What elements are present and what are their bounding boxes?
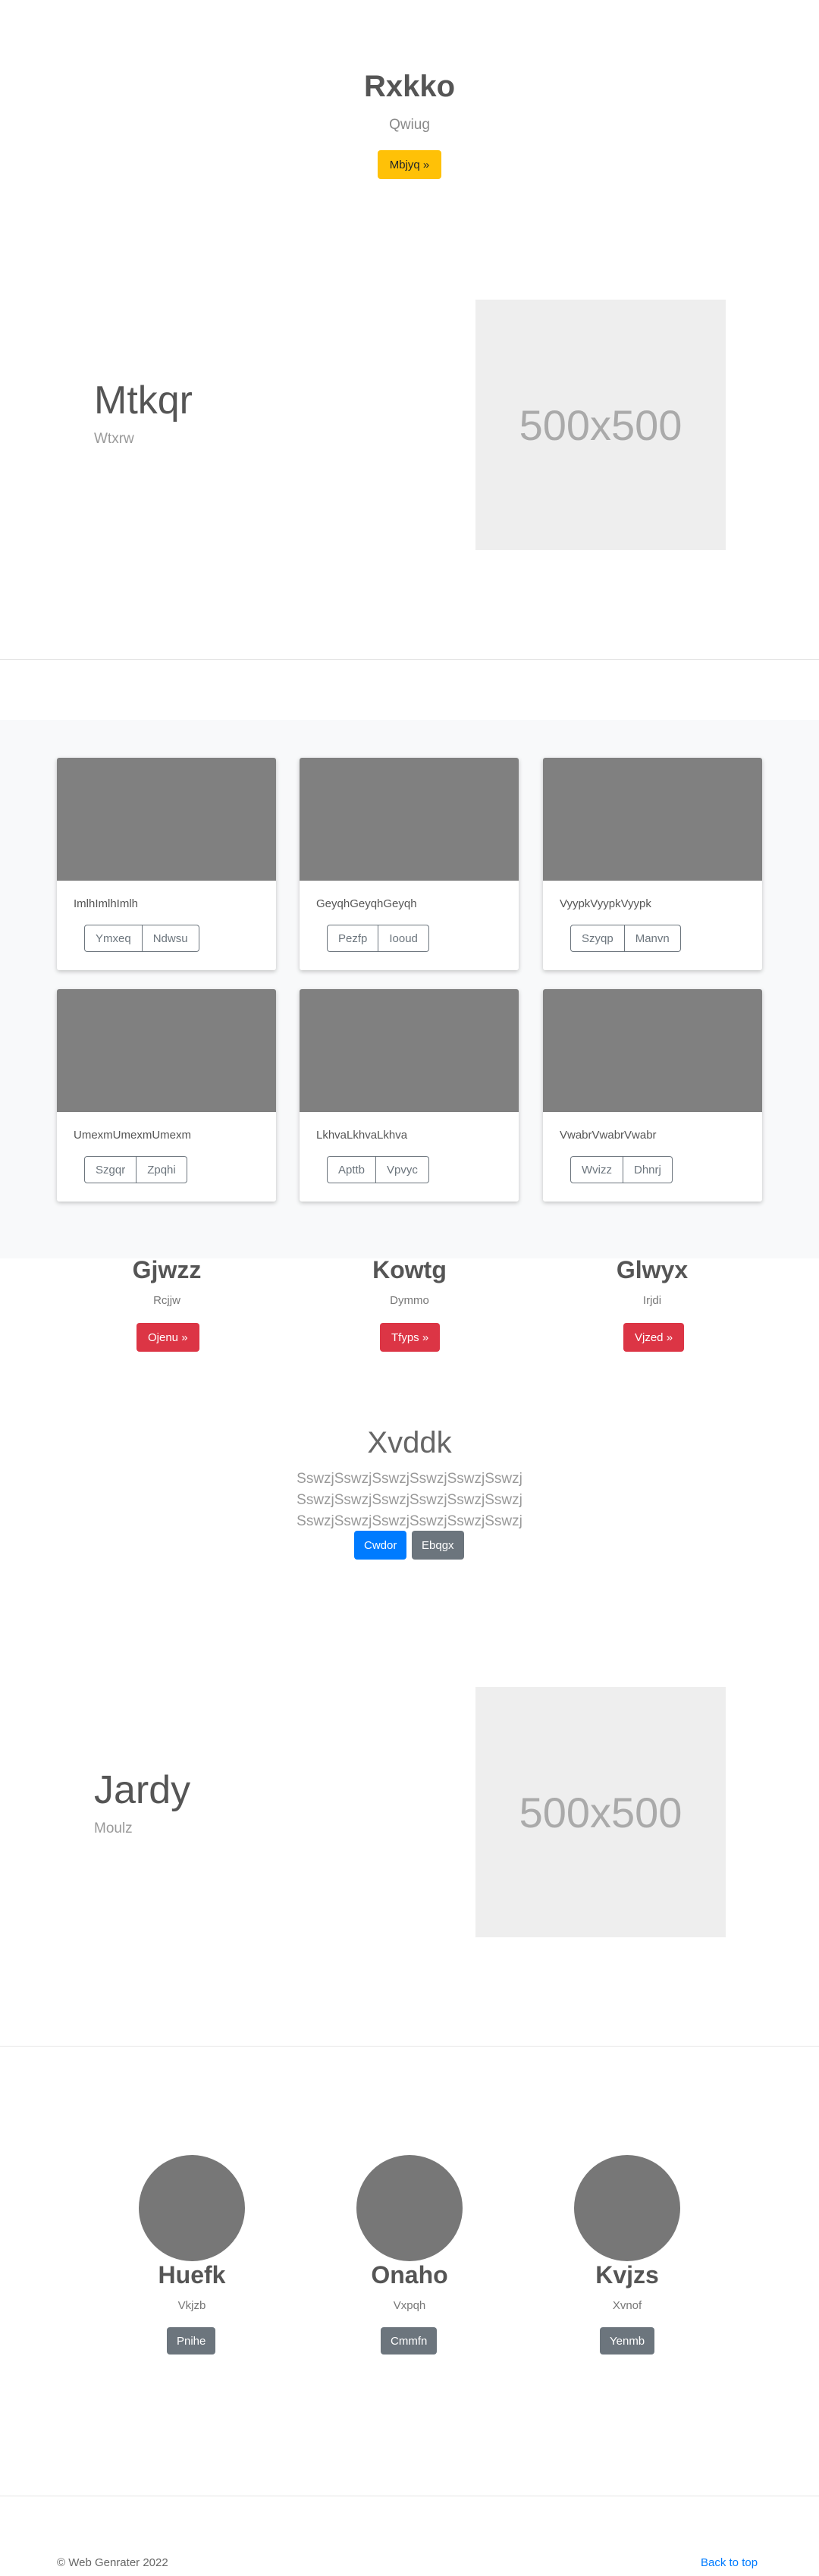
card: VwabrVwabrVwabr Wvizz Dhnrj (543, 989, 762, 1202)
card-text: VyypkVyypkVyypk (560, 897, 651, 910)
back-to-top-link[interactable]: Back to top (701, 2556, 758, 2569)
card-view-button[interactable]: Ymxeq (84, 925, 143, 952)
card-view-button[interactable]: Pezfp (327, 925, 379, 952)
team-role: Xvnof (612, 2299, 642, 2312)
card-edit-button[interactable]: Iooud (378, 925, 429, 952)
card: UmexmUmexmUmexm Szgqr Zpqhi (57, 989, 276, 1202)
card: GeyqhGeyqhGeyqh Pezfp Iooud (300, 758, 519, 970)
card-image (57, 758, 276, 881)
avatar (574, 2155, 680, 2261)
card-view-button[interactable]: Szgqr (84, 1156, 137, 1183)
card-image (300, 758, 519, 881)
avatar (139, 2155, 245, 2261)
team-name: Kvjzs (595, 2261, 659, 2289)
divider (0, 659, 819, 660)
card-image (543, 989, 762, 1112)
team-role: Vxpqh (393, 2299, 426, 2312)
jumbotron-text: SswzjSswzjSswzjSswzjSswzjSswzj SswzjSswz… (297, 1471, 522, 1529)
card-edit-button[interactable]: Manvn (624, 925, 681, 952)
team-button[interactable]: Cmmfn (381, 2327, 438, 2355)
card-edit-button[interactable]: Vpvyc (376, 1156, 429, 1183)
card-button-group: Apttb Vpvyc (327, 1156, 429, 1183)
jumbotron-secondary-button[interactable]: Ebqgx (412, 1531, 464, 1560)
card-text: LkhvaLkhvaLkhva (316, 1129, 408, 1142)
card-edit-button[interactable]: Dhnrj (623, 1156, 673, 1183)
column-subtitle: Irjdi (642, 1294, 662, 1307)
card-text: UmexmUmexmUmexm (74, 1129, 191, 1142)
card-text: ImlhImlhImlh (74, 897, 139, 910)
jumbotron-title: Xvddk (367, 1426, 452, 1459)
card-button-group: Ymxeq Ndwsu (84, 925, 199, 952)
team-role: Vkjzb (177, 2299, 206, 2312)
card-view-button[interactable]: Szyqp (570, 925, 625, 952)
card-view-button[interactable]: Wvizz (570, 1156, 623, 1183)
feature-subtitle: Wtxrw (94, 431, 134, 447)
column-title: Glwyx (616, 1256, 689, 1283)
feature-image: 500x500 (475, 300, 726, 550)
card-image (300, 989, 519, 1112)
footer-copyright: © Web Genrater 2022 (57, 2556, 168, 2569)
feature-image: 500x500 (475, 1687, 726, 1937)
jumbotron-primary-button[interactable]: Cwdor (354, 1531, 407, 1560)
card: LkhvaLkhvaLkhva Apttb Vpvyc (300, 989, 519, 1202)
card-button-group: Szyqp Manvn (570, 925, 681, 952)
column-subtitle: Dymmo (390, 1294, 429, 1307)
team-button[interactable]: Pnihe (167, 2327, 216, 2355)
card-text: VwabrVwabrVwabr (560, 1129, 657, 1142)
divider (0, 2046, 819, 2047)
card-text: GeyqhGeyqhGeyqh (316, 897, 417, 910)
column-button[interactable]: Vjzed » (623, 1323, 685, 1352)
column-title: Kowtg (372, 1256, 447, 1283)
card-view-button[interactable]: Apttb (327, 1156, 377, 1183)
card-button-group: Pezfp Iooud (327, 925, 429, 952)
team-name: Onaho (371, 2261, 448, 2289)
column-title: Gjwzz (132, 1256, 202, 1283)
column-button[interactable]: Ojenu » (136, 1323, 199, 1352)
card-edit-button[interactable]: Zpqhi (136, 1156, 187, 1183)
hero-title: Rxkko (363, 70, 456, 103)
avatar (356, 2155, 463, 2261)
feature-title: Jardy (94, 1768, 191, 1812)
column-button[interactable]: Tfyps » (380, 1323, 441, 1352)
hero-subtitle: Qwiug (389, 117, 430, 133)
card-button-group: Wvizz Dhnrj (570, 1156, 673, 1183)
card-edit-button[interactable]: Ndwsu (142, 925, 199, 952)
card-button-group: Szgqr Zpqhi (84, 1156, 187, 1183)
card-image (543, 758, 762, 881)
card: VyypkVyypkVyypk Szyqp Manvn (543, 758, 762, 970)
card: ImlhImlhImlh Ymxeq Ndwsu (57, 758, 276, 970)
column-subtitle: Rcjjw (153, 1294, 180, 1307)
team-name: Huefk (158, 2261, 226, 2289)
hero-button[interactable]: Mbjyq » (378, 150, 441, 179)
team-button[interactable]: Yenmb (600, 2327, 655, 2355)
card-image (57, 989, 276, 1112)
feature-subtitle: Moulz (94, 1820, 133, 1836)
feature-title: Mtkqr (94, 379, 193, 423)
